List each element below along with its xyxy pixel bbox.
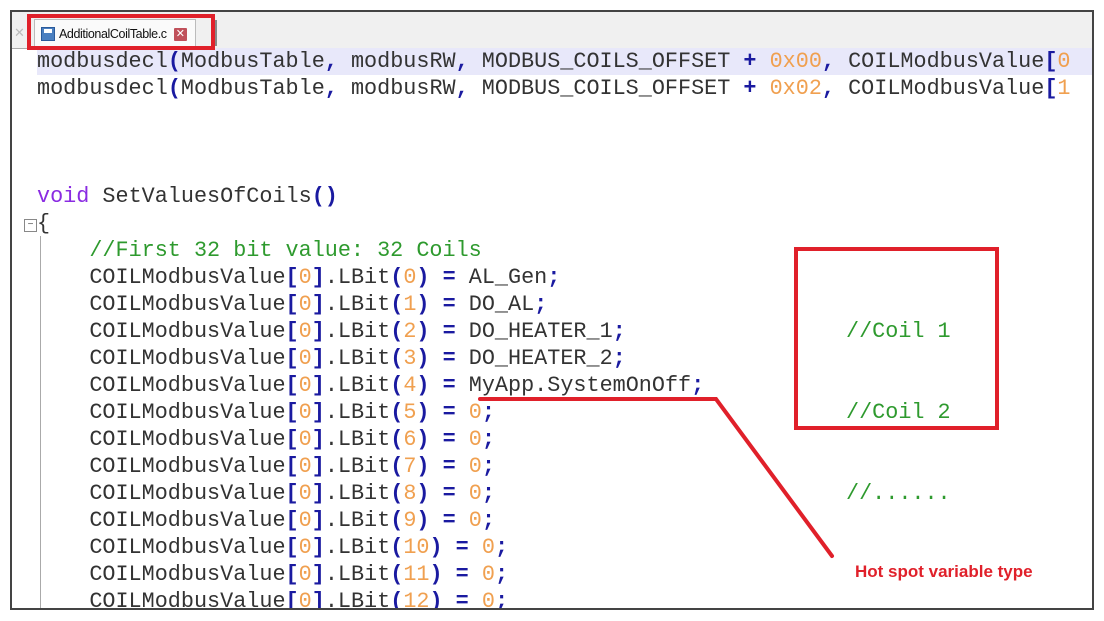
underline-pointer — [478, 397, 834, 558]
callout-line — [478, 397, 834, 558]
annotation-label: Hot spot variable type — [855, 562, 1033, 581]
